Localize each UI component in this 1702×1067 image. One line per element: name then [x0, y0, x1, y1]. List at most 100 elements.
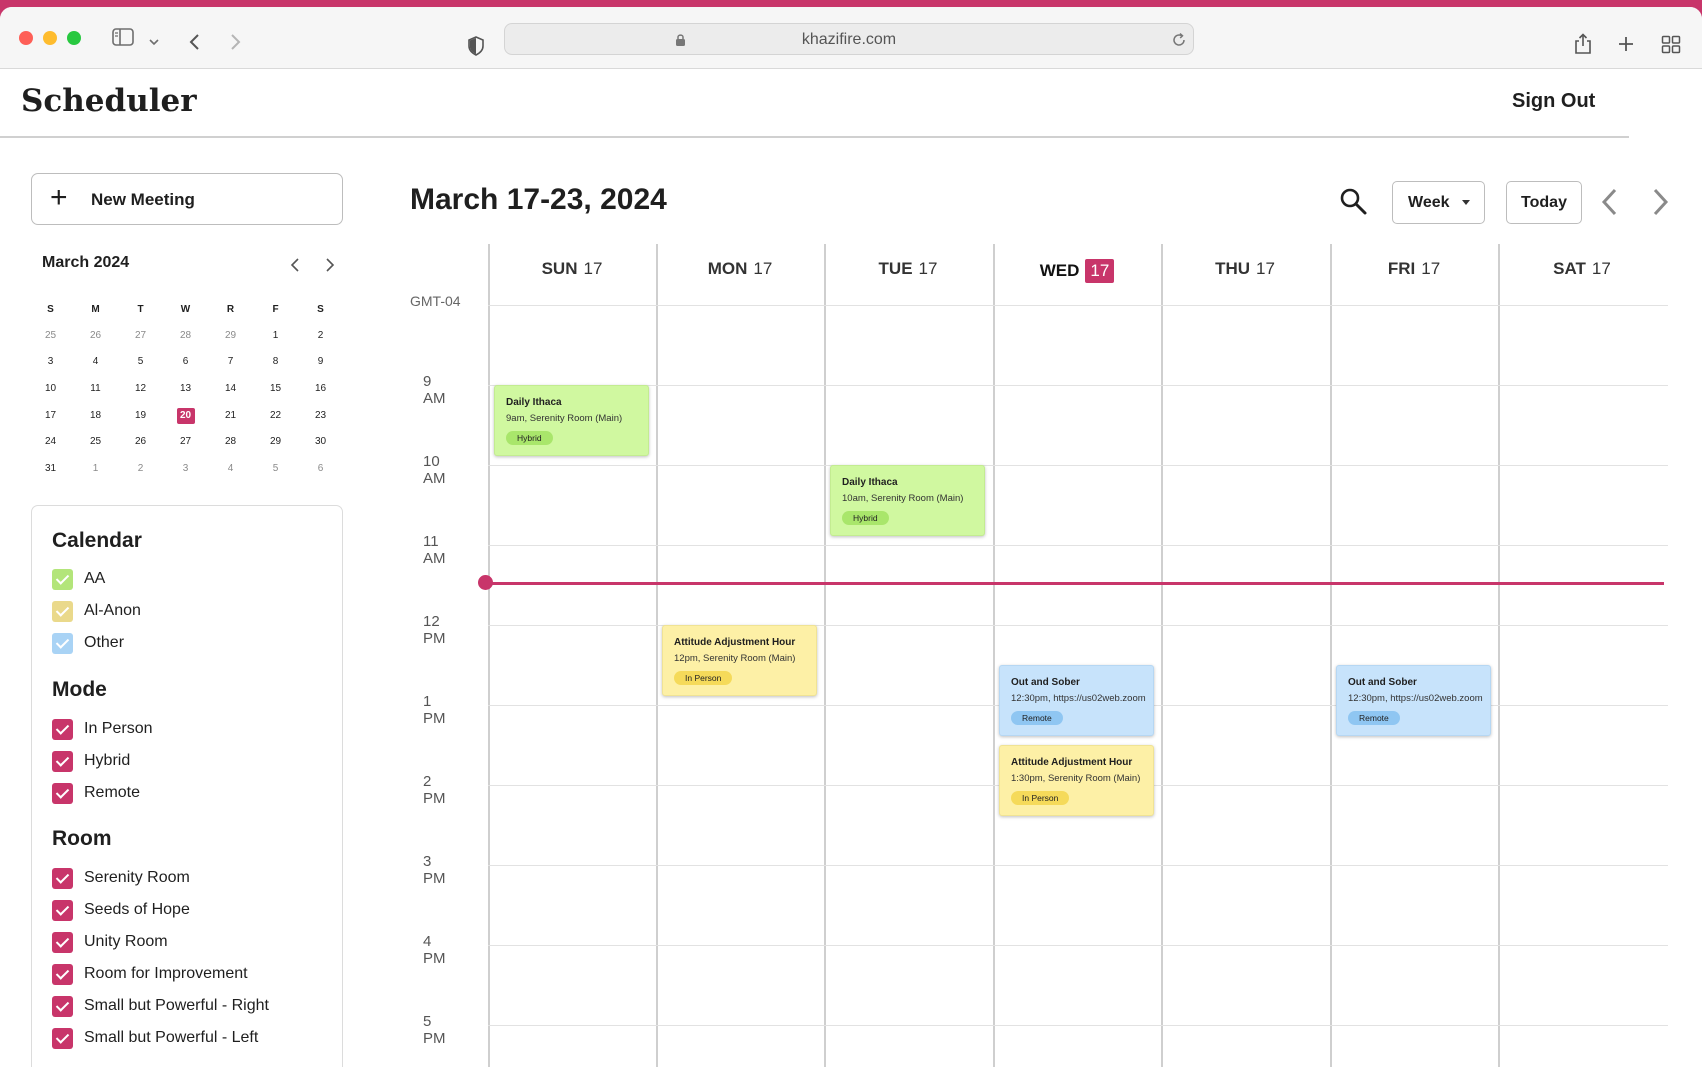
checkbox-checked-icon[interactable] [52, 963, 73, 985]
filter-room-item[interactable]: Unity Room [52, 931, 168, 953]
mini-calendar-day[interactable]: 28 [163, 328, 208, 344]
checkbox-checked-icon[interactable] [52, 718, 73, 740]
filter-room-item[interactable]: Room for Improvement [52, 963, 248, 985]
checkbox-checked-icon[interactable] [52, 899, 73, 921]
mini-calendar-day[interactable]: 6 [163, 354, 208, 370]
weekday-label: F [272, 303, 279, 315]
mini-calendar-day[interactable]: 5 [253, 461, 298, 477]
checkbox-checked-icon[interactable] [52, 995, 73, 1017]
day-number: 31 [44, 462, 57, 474]
mini-calendar-day[interactable]: 23 [298, 408, 343, 424]
mini-calendar-day[interactable]: 28 [208, 434, 253, 450]
mini-calendar-day[interactable]: 3 [28, 354, 73, 370]
day-header-wed[interactable]: WED 17 [993, 259, 1161, 283]
view-select[interactable]: Week [1392, 181, 1485, 224]
event-card[interactable]: Daily Ithaca 10am, Serenity Room (Main) Hy… [830, 465, 985, 536]
new-meeting-button[interactable]: + New Meeting [31, 173, 343, 225]
mini-calendar-day[interactable]: 13 [163, 381, 208, 397]
mini-calendar-day[interactable]: 25 [28, 328, 73, 344]
mini-calendar-day[interactable]: 2 [298, 328, 343, 344]
mini-calendar-day[interactable]: 8 [253, 354, 298, 370]
mini-calendar-next-icon[interactable] [325, 258, 335, 272]
mini-calendar-day[interactable]: 21 [208, 408, 253, 424]
mini-calendar-day[interactable]: 12 [118, 381, 163, 397]
event-card[interactable]: Attitude Adjustment Hour 12pm, Serenity R… [662, 625, 817, 696]
filter-room-item[interactable]: Small but Powerful - Left [52, 1027, 258, 1049]
next-week-icon[interactable] [1646, 184, 1676, 220]
event-card[interactable]: Attitude Adjustment Hour 1:30pm, Serenity… [999, 745, 1154, 816]
day-number: 1 [92, 462, 99, 474]
filter-mode-item[interactable]: In Person [52, 718, 152, 740]
day-header-sun[interactable]: SUN 17 [488, 259, 656, 279]
mini-calendar-day[interactable]: 14 [208, 381, 253, 397]
mini-calendar-day[interactable]: 3 [163, 461, 208, 477]
mini-calendar-day[interactable]: 29 [208, 328, 253, 344]
sign-out-button[interactable]: Sign Out [1512, 90, 1595, 113]
day-header-sat[interactable]: SAT 17 [1498, 259, 1666, 279]
mini-calendar-day[interactable]: 26 [73, 328, 118, 344]
filter-room-item[interactable]: Serenity Room [52, 867, 190, 889]
mini-calendar-day[interactable]: 4 [73, 354, 118, 370]
day-header-fri[interactable]: FRI 17 [1330, 259, 1498, 279]
event-card[interactable]: Out and Sober 12:30pm, https://us02web.zo… [1336, 665, 1491, 736]
checkbox-checked-icon[interactable] [52, 600, 73, 622]
mini-calendar-day[interactable]: 19 [118, 408, 163, 424]
filter-mode-item[interactable]: Remote [52, 782, 140, 804]
mini-calendar-day[interactable]: 22 [253, 408, 298, 424]
mini-calendar-day[interactable]: 9 [298, 354, 343, 370]
mini-calendar-day[interactable]: 27 [118, 328, 163, 344]
checkbox-checked-icon[interactable] [52, 1027, 73, 1049]
mini-calendar-day[interactable]: 24 [28, 434, 73, 450]
mini-calendar-day[interactable]: 18 [73, 408, 118, 424]
mini-calendar-today[interactable]: 20 [163, 407, 208, 424]
today-button[interactable]: Today [1506, 181, 1582, 224]
filter-calendar-item[interactable]: AA [52, 568, 105, 590]
mini-calendar-day[interactable]: 5 [118, 354, 163, 370]
mini-calendar-prev-icon[interactable] [290, 258, 300, 272]
mini-calendar-day[interactable]: 30 [298, 434, 343, 450]
search-icon[interactable] [1338, 186, 1368, 216]
mini-calendar-day[interactable]: 1 [73, 461, 118, 477]
filter-calendar-item[interactable]: Other [52, 632, 124, 654]
mini-calendar-day[interactable]: 31 [28, 461, 73, 477]
mini-calendar-day[interactable]: 11 [73, 381, 118, 397]
event-card[interactable]: Out and Sober 12:30pm, https://us02web.zo… [999, 665, 1154, 736]
event-detail: 9am, Serenity Room (Main) [506, 413, 623, 424]
day-header-thu[interactable]: THU 17 [1161, 259, 1329, 279]
mini-calendar-day[interactable]: 1 [253, 328, 298, 344]
day-header-tue[interactable]: TUE 17 [824, 259, 992, 279]
mini-calendar-day[interactable]: 15 [253, 381, 298, 397]
mini-calendar-day[interactable]: 27 [163, 434, 208, 450]
mini-calendar-day[interactable]: 4 [208, 461, 253, 477]
mini-calendar-day[interactable]: 29 [253, 434, 298, 450]
checkbox-checked-icon[interactable] [52, 782, 73, 804]
mini-calendar-day[interactable]: 10 [28, 381, 73, 397]
event-title: Out and Sober [1011, 677, 1080, 688]
checkbox-checked-icon[interactable] [52, 568, 73, 590]
filter-room-item[interactable]: Small but Powerful - Right [52, 995, 269, 1017]
mini-calendar-week: 3 4 5 6 7 8 9 [28, 349, 343, 376]
mini-calendar-day[interactable]: 25 [73, 434, 118, 450]
filter-section-title: Room [52, 827, 112, 850]
mini-calendar-day[interactable]: 16 [298, 381, 343, 397]
checkbox-checked-icon[interactable] [52, 750, 73, 772]
checkbox-checked-icon[interactable] [52, 931, 73, 953]
checkbox-checked-icon[interactable] [52, 632, 73, 654]
mini-calendar-day[interactable]: 26 [118, 434, 163, 450]
mini-calendar-day[interactable]: 6 [298, 461, 343, 477]
day-number: 21 [224, 409, 237, 421]
day-header-mon[interactable]: MON 17 [656, 259, 824, 279]
filter-mode-item[interactable]: Hybrid [52, 750, 130, 772]
weekday-label: T [137, 303, 144, 315]
filter-room-item[interactable]: Seeds of Hope [52, 899, 190, 921]
checkbox-checked-icon[interactable] [52, 867, 73, 889]
event-card[interactable]: Daily Ithaca 9am, Serenity Room (Main) Hyb… [494, 385, 649, 456]
prev-week-icon[interactable] [1594, 184, 1624, 220]
mini-calendar-day[interactable]: 7 [208, 354, 253, 370]
day-number: 28 [179, 329, 192, 341]
mini-calendar-day[interactable]: 2 [118, 461, 163, 477]
mini-calendar-day[interactable]: 17 [28, 408, 73, 424]
event-title: Attitude Adjustment Hour [1011, 757, 1133, 768]
filter-calendar-item[interactable]: Al-Anon [52, 600, 141, 622]
filter-label: Room for Improvement [84, 965, 248, 982]
